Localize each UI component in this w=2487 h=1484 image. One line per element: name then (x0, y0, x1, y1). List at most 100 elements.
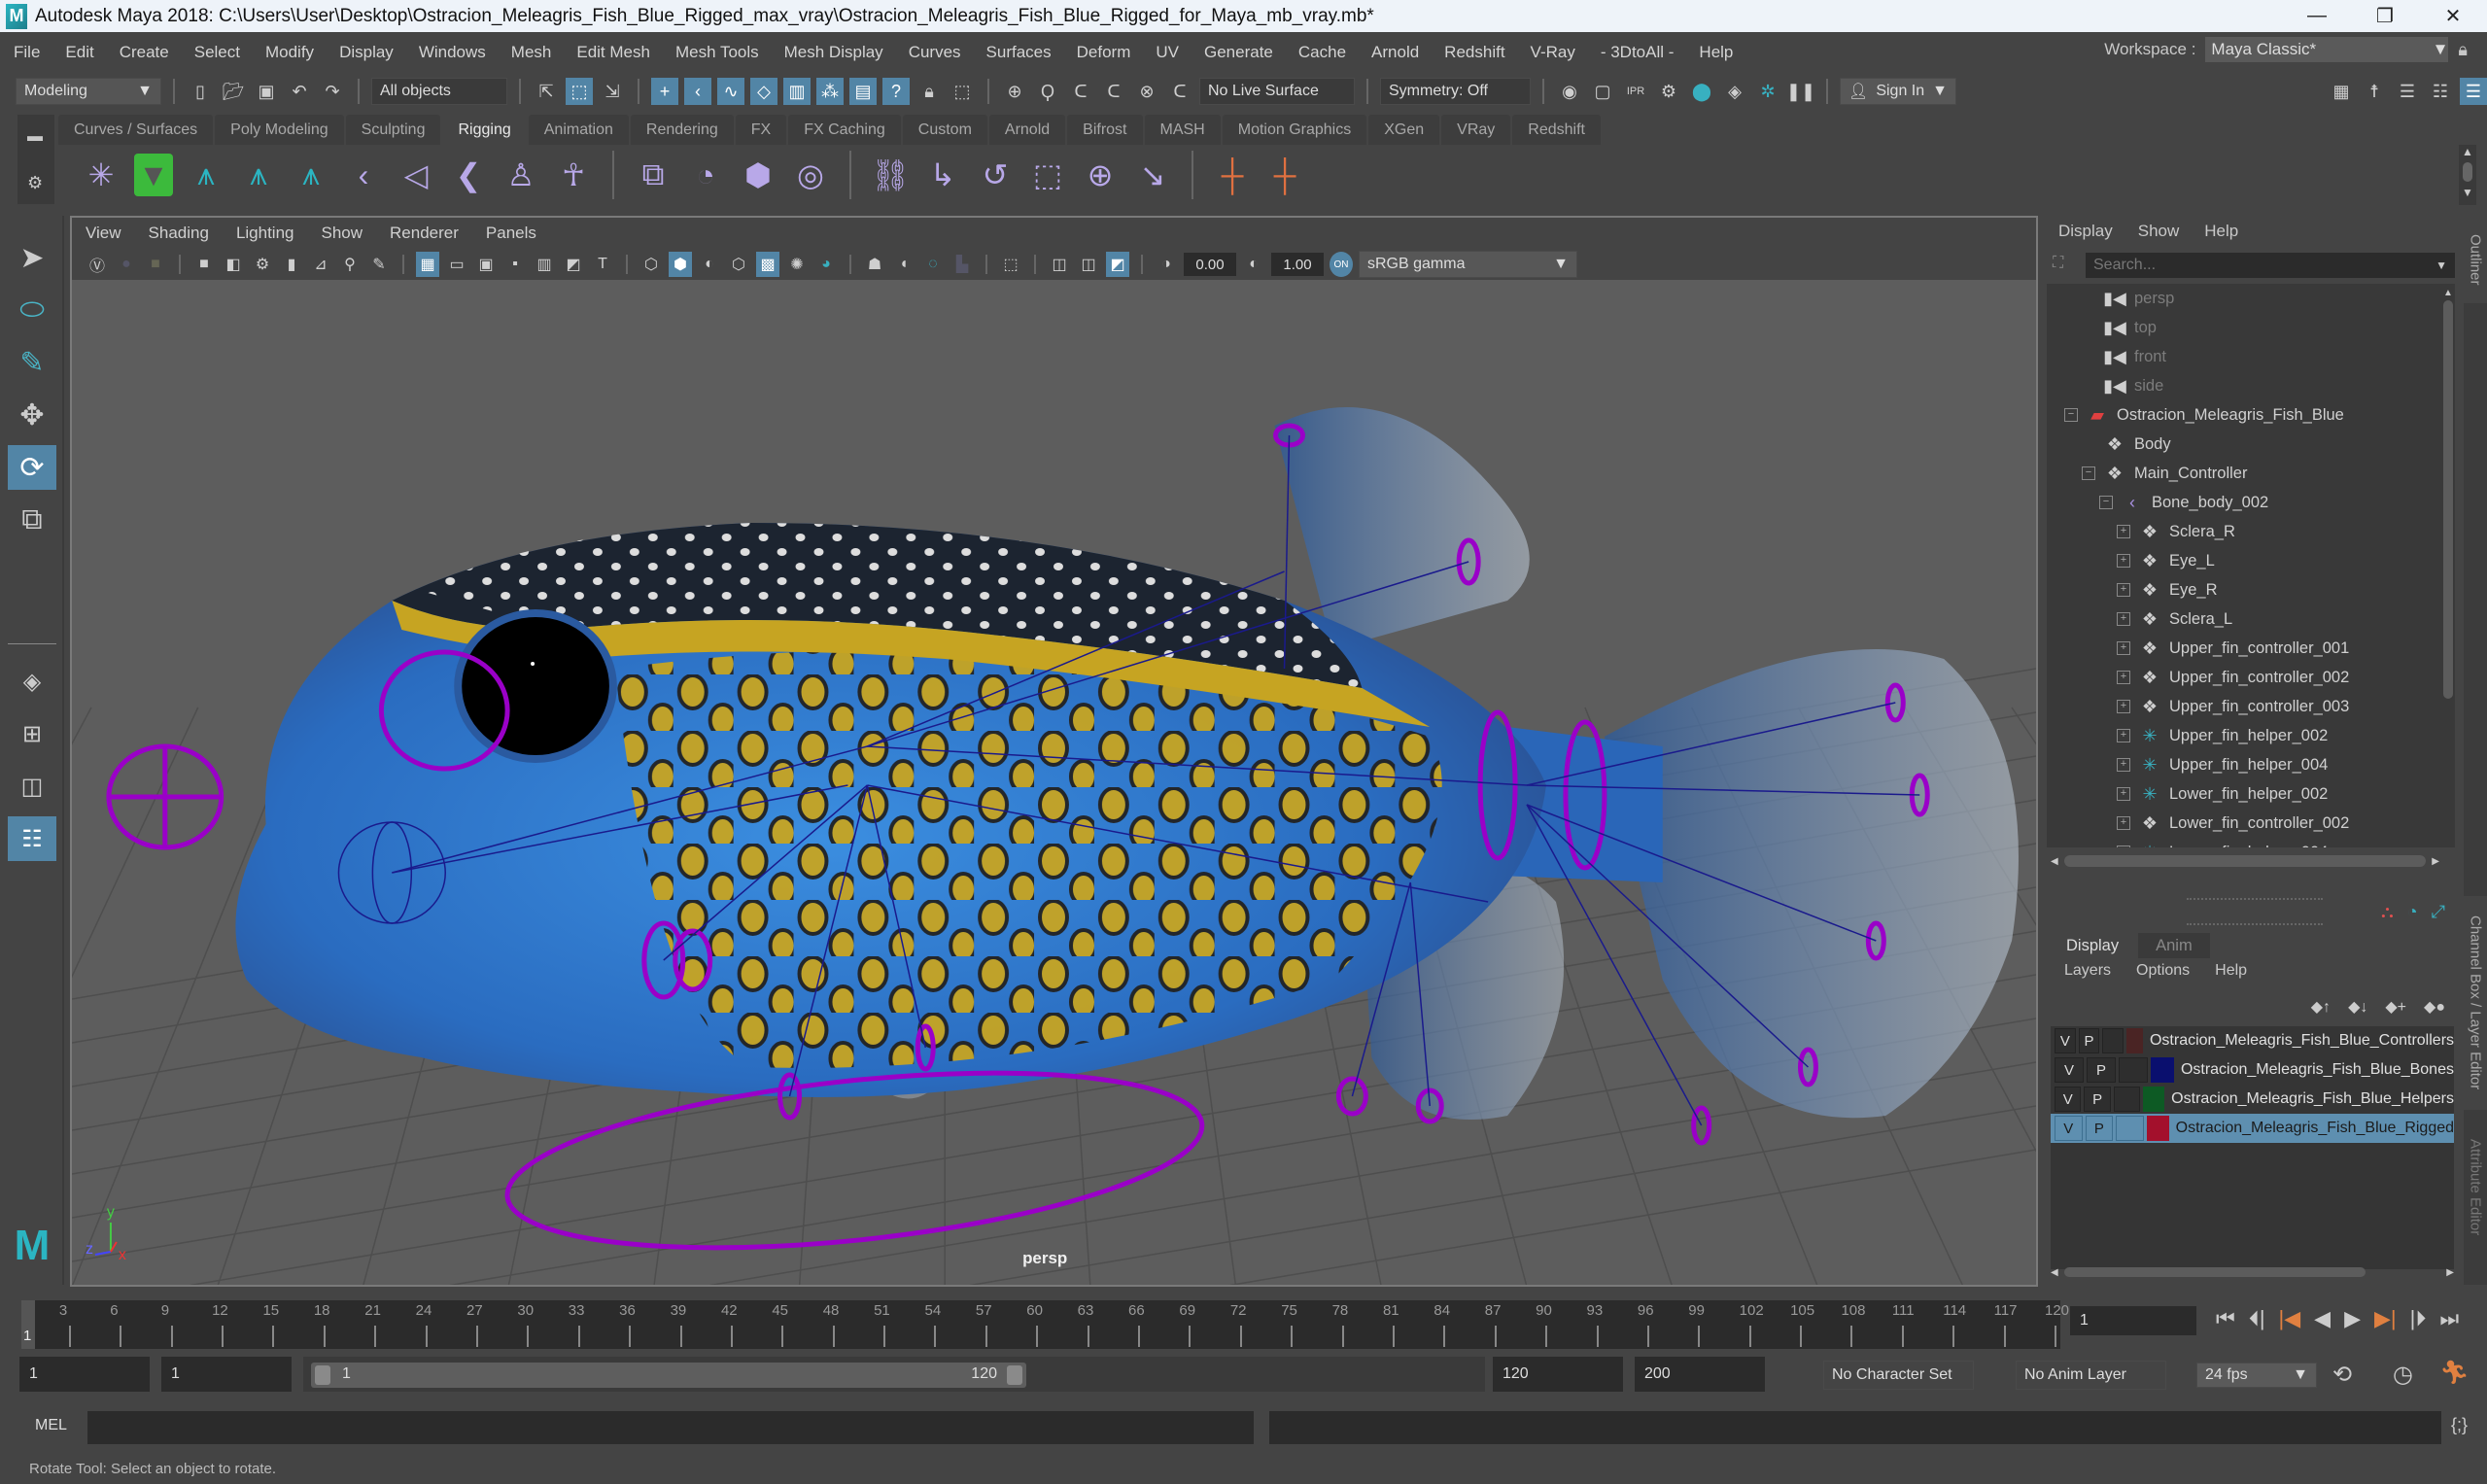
outliner-horizontal-scrollbar[interactable]: ◀ ▶ (2051, 853, 2439, 869)
resolution-gate-icon[interactable]: ▣ (474, 252, 498, 277)
render-setup-icon[interactable]: ◈ (1721, 78, 1748, 105)
animation-end-field[interactable]: 200 (1635, 1357, 1765, 1392)
render-region-icon[interactable]: ◉ (1556, 78, 1583, 105)
expand-icon[interactable]: + (2117, 846, 2130, 847)
speed-icon[interactable]: ◔ (2407, 902, 2418, 922)
scroll-left-icon[interactable]: ◀ (2051, 856, 2058, 867)
move-layer-down-icon[interactable]: ◆↓ (2348, 997, 2367, 1017)
highlight-selection-icon[interactable]: ⬚ (949, 78, 976, 105)
human-ik-icon[interactable]: ☥ (554, 154, 593, 196)
render-clapper-icon[interactable]: ▤ (849, 78, 877, 105)
hypershade-icon[interactable]: ⬤ (1688, 78, 1715, 105)
new-empty-layer-icon[interactable]: ◆+ (2385, 997, 2406, 1017)
shelf-tab-poly-modeling[interactable]: Poly Modeling (215, 115, 344, 145)
quick-rig-icon[interactable]: ♙ (501, 154, 540, 196)
menu-surfaces[interactable]: Surfaces (986, 43, 1052, 62)
play-backward-icon[interactable]: ◀ (2314, 1306, 2331, 1331)
snap-point-icon[interactable]: ∿ (717, 78, 744, 105)
menu-uv[interactable]: UV (1156, 43, 1179, 62)
outliner-search-input[interactable]: Search... ▼ (2086, 253, 2455, 278)
shelf-tab-motion-graphics[interactable]: Motion Graphics (1222, 115, 1367, 145)
menu-set-dropdown[interactable]: Modeling ▼ (16, 78, 161, 105)
snap-grid-icon[interactable]: + (651, 78, 678, 105)
play-forward-icon[interactable]: ▶ (2344, 1306, 2361, 1331)
grease-pencil-icon[interactable]: ✎ (367, 252, 391, 277)
layer-row[interactable]: V P Ostracion_Meleagris_Fish_Blue_Helpers (2051, 1085, 2454, 1114)
parent-constraint-icon[interactable]: ⛓ (871, 154, 911, 196)
save-scene-icon[interactable]: ▣ (253, 78, 280, 105)
lock-icon[interactable]: 🔒︎ (2458, 40, 2468, 60)
go-to-start-icon[interactable]: ⏮ (2216, 1306, 2235, 1331)
orient-constraint-icon[interactable]: ↺ (976, 154, 1015, 196)
channel-box-toggle-icon[interactable]: ☰ (2460, 78, 2487, 105)
menu-edit-mesh[interactable]: Edit Mesh (576, 43, 650, 62)
film-gate-icon[interactable]: ▭ (445, 252, 468, 277)
visibility-toggle[interactable]: V (2055, 1116, 2083, 1141)
viewport-menu-show[interactable]: Show (322, 224, 363, 243)
expand-icon[interactable]: + (2117, 641, 2130, 655)
outliner-item[interactable]: − ❖ Main_Controller (2082, 459, 2247, 488)
render-settings-icon[interactable]: ⚙ (1655, 78, 1682, 105)
hyperbolic-icon[interactable]: ⤢ (2432, 902, 2445, 922)
outliner-item[interactable]: ❖ Body (2082, 430, 2171, 459)
scale-tool-icon[interactable]: ⧉ (8, 498, 56, 542)
tool-settings-toggle-icon[interactable]: ☷ (2427, 78, 2454, 105)
shelf-tab-redshift[interactable]: Redshift (1512, 115, 1601, 145)
outliner-item[interactable]: + ❖ Sclera_L (2117, 604, 2232, 634)
current-frame-marker[interactable]: 1 (21, 1300, 35, 1349)
motion-blur-icon[interactable]: ◖ (892, 252, 915, 277)
hik-icon-1[interactable]: ⩚ (187, 154, 225, 196)
outliner-item[interactable]: + ✳ Upper_fin_helper_004 (2117, 750, 2328, 779)
redo-icon[interactable]: ↷ (319, 78, 346, 105)
image-plane-icon[interactable]: ⊿ (309, 252, 332, 277)
workspace-dropdown[interactable]: Maya Classic* ▼ (2205, 37, 2449, 62)
layer-row[interactable]: V P Ostracion_Meleagris_Fish_Blue_Controll… (2051, 1026, 2454, 1055)
shelf-tab-xgen[interactable]: XGen (1368, 115, 1440, 145)
use-all-lights-icon[interactable]: ✺ (785, 252, 809, 277)
lattice-icon[interactable]: ⬢ (739, 154, 777, 196)
playback-start-field[interactable]: 1 (161, 1357, 292, 1392)
minimize-button[interactable]: — (2283, 0, 2351, 32)
expand-icon[interactable]: + (2117, 758, 2130, 772)
outliner-item[interactable]: − ▰ Ostracion_Meleagris_Fish_Blue (2064, 400, 2344, 430)
shelf-scrollbar[interactable]: ▲ ▼ (2459, 145, 2476, 205)
bookmark-icon[interactable]: ▮ (280, 252, 303, 277)
snap-to-projected-center-icon[interactable]: ᑕ (1100, 78, 1127, 105)
menu-select[interactable]: Select (194, 43, 240, 62)
display-type-toggle[interactable] (2102, 1028, 2124, 1053)
orange-constraint-icon-1[interactable]: ┼ (1213, 154, 1252, 196)
viewport-scene[interactable]: y z x persp (72, 280, 2036, 1287)
expand-icon[interactable]: + (2117, 554, 2130, 568)
depth-of-field-icon[interactable]: ▙ (950, 252, 974, 277)
blur-icon[interactable]: ● (115, 252, 138, 277)
restore-button[interactable]: ❐ (2351, 0, 2419, 32)
safe-title-icon[interactable]: T (591, 252, 614, 277)
snap-view-plane-icon[interactable]: ◇ (750, 78, 777, 105)
expand-icon[interactable]: + (2117, 729, 2130, 742)
move-tool-icon[interactable]: ✥ (8, 393, 56, 437)
collapse-icon[interactable]: − (2064, 408, 2078, 422)
layer-row[interactable]: V P Ostracion_Meleagris_Fish_Blue_Rigged (2051, 1114, 2454, 1143)
xray-joints-icon[interactable]: ◩ (1106, 252, 1129, 277)
brown-icon[interactable]: ■ (144, 252, 167, 277)
attribute-editor-toggle-icon[interactable]: ☰ (2394, 78, 2421, 105)
outliner-item[interactable]: + ❖ Lower_fin_controller_002 (2117, 809, 2349, 838)
menu-mesh[interactable]: Mesh (511, 43, 552, 62)
outliner-item[interactable]: ▮◀ front (2101, 342, 2166, 371)
script-editor-icon[interactable]: {;} (2451, 1415, 2468, 1435)
visibility-toggle[interactable]: V (2055, 1028, 2076, 1053)
snap-to-points-icon[interactable]: ᑕ (1067, 78, 1094, 105)
expand-icon[interactable]: + (2117, 525, 2130, 538)
tab-attribute-editor[interactable]: Attribute Editor (2464, 1115, 2487, 1260)
color-management-toggle-icon[interactable]: ON (1330, 252, 1353, 277)
viewport-persp[interactable]: View Shading Lighting Show Renderer Panels Ⓥ … (70, 216, 2038, 1287)
menu-mesh-display[interactable]: Mesh Display (784, 43, 883, 62)
tab-outliner[interactable]: Outliner (2464, 216, 2487, 303)
chevron-down-icon[interactable]: ▼ (2435, 259, 2447, 272)
select-camera-icon[interactable]: ■ (192, 252, 216, 277)
layer-color-swatch[interactable] (2126, 1028, 2143, 1053)
range-start-handle[interactable] (315, 1365, 330, 1385)
xray-active-components-icon[interactable]: ◫ (1077, 252, 1100, 277)
menu-v-ray[interactable]: V-Ray (1531, 43, 1575, 62)
animation-preferences-icon[interactable]: 🏃︎ (2439, 1359, 2469, 1387)
